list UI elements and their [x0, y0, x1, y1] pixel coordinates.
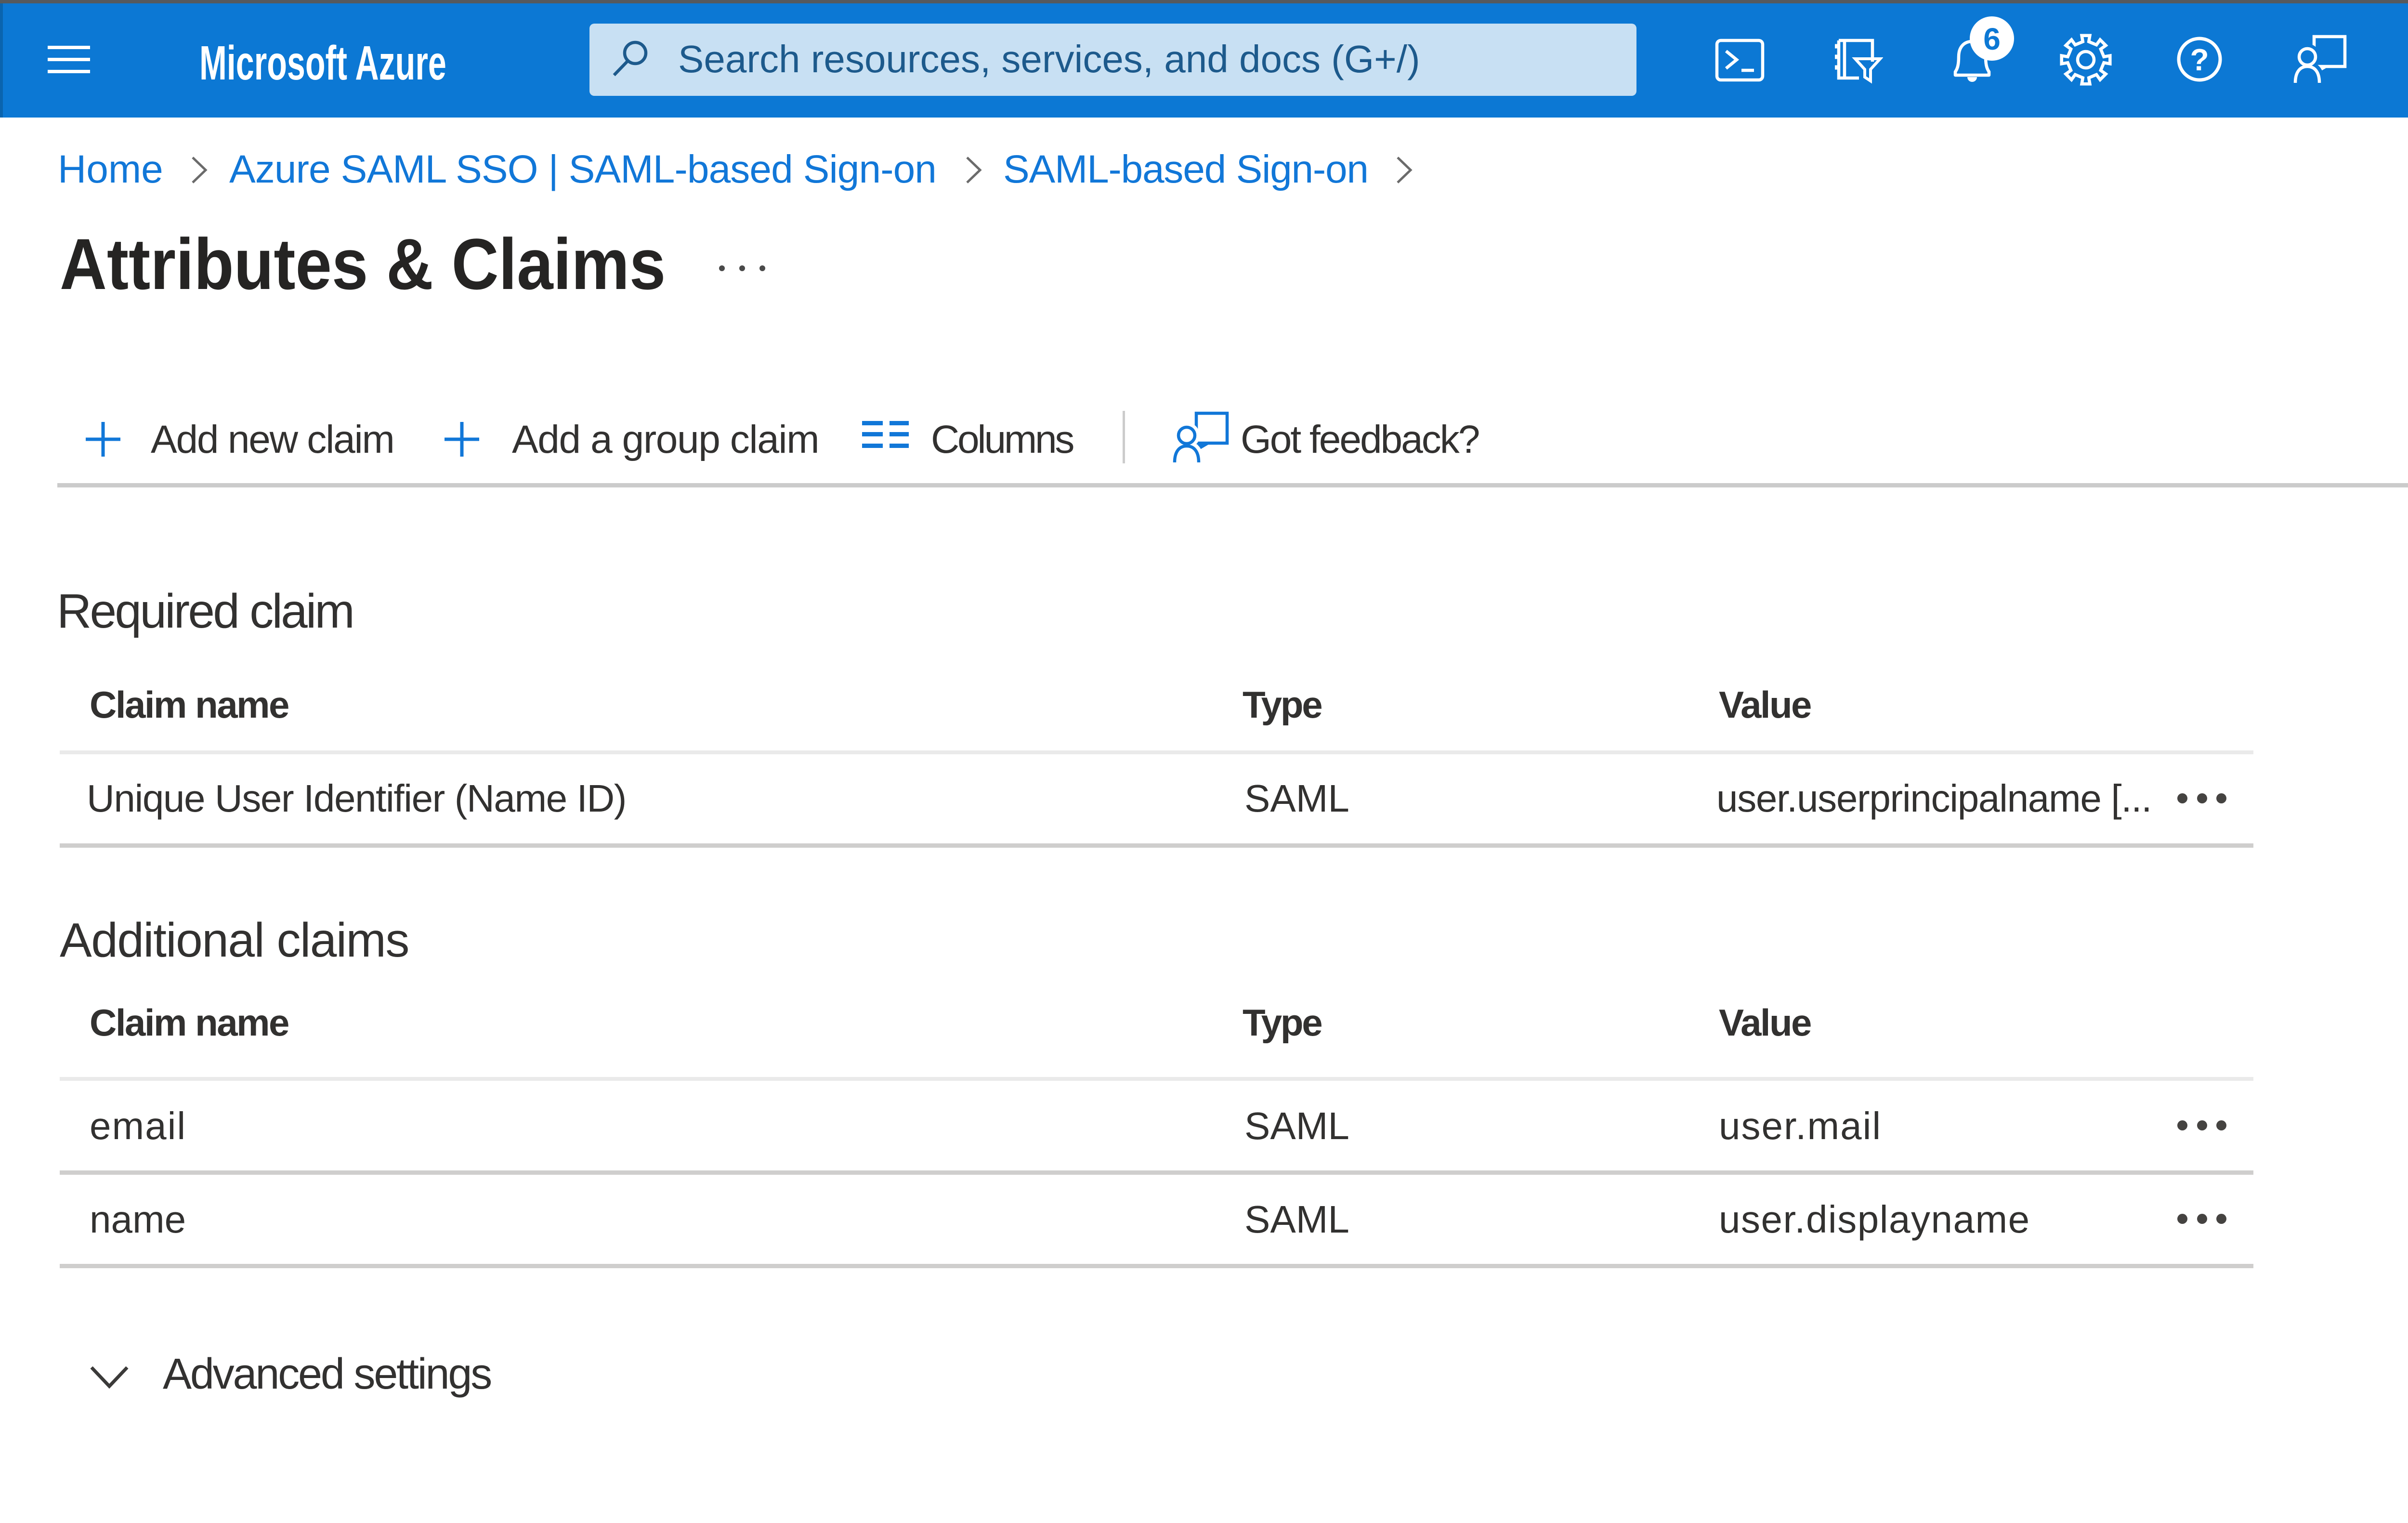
svg-text:?: ? — [2190, 42, 2209, 77]
svg-text:6: 6 — [1983, 22, 2001, 56]
